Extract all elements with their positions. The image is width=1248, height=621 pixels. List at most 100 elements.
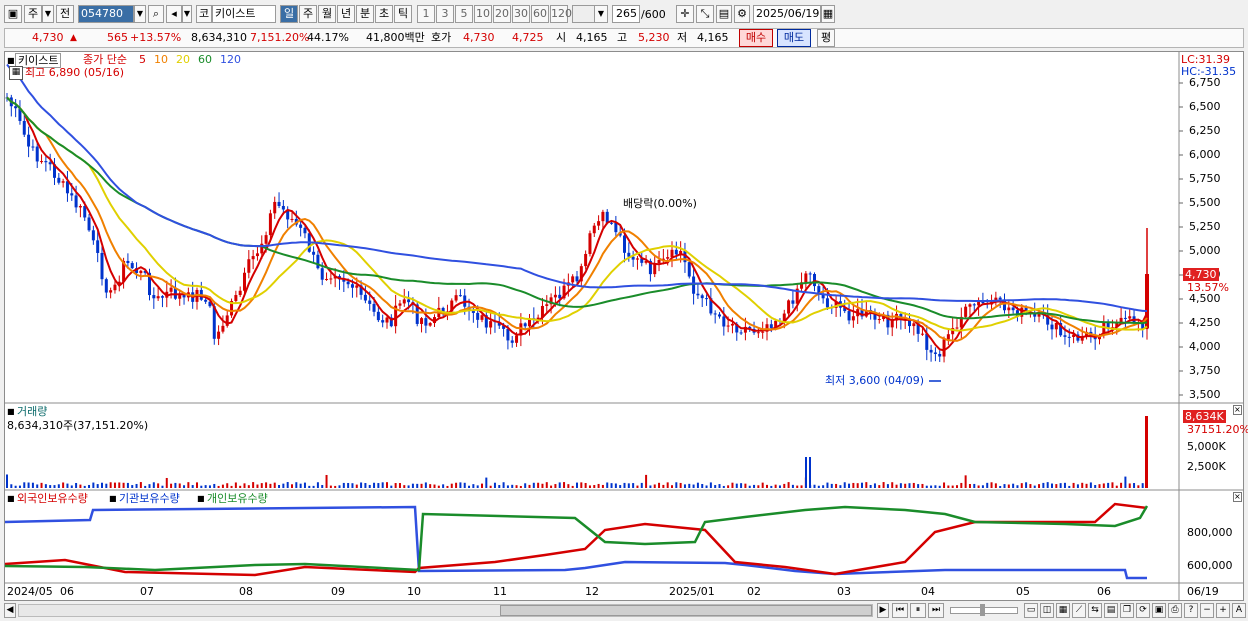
chevron-down-icon[interactable]: ▼ xyxy=(594,5,608,23)
scrollbar-thumb[interactable] xyxy=(500,605,872,616)
tab-interval-120[interactable]: 120 xyxy=(550,5,572,23)
volume-bar xyxy=(420,483,423,488)
candle-body xyxy=(808,273,812,275)
volume-axis-label: 2,500K xyxy=(1187,460,1226,473)
legend-ma-120[interactable]: 120 xyxy=(220,53,241,66)
chart-canvas[interactable] xyxy=(5,52,1243,600)
save-icon[interactable]: ▤ xyxy=(716,5,732,23)
legend-ma-10[interactable]: 10 xyxy=(154,53,168,66)
volume-bar xyxy=(139,482,142,488)
tab-interval-20[interactable]: 20 xyxy=(493,5,511,23)
volume-bar xyxy=(442,484,445,488)
volume-bar xyxy=(243,483,246,488)
panel-close-icon[interactable]: × xyxy=(1233,492,1242,502)
crosshair-icon[interactable]: ✛ xyxy=(676,5,694,23)
grid-icon[interactable]: ▦ xyxy=(1056,603,1070,618)
legend-marker-icon: ■ xyxy=(7,407,15,416)
volume-bar xyxy=(200,485,203,488)
layout-split-icon[interactable]: ◫ xyxy=(1040,603,1054,618)
tab-interval-1[interactable]: 1 xyxy=(417,5,435,23)
tab-interval-10[interactable]: 10 xyxy=(474,5,492,23)
copy-icon[interactable]: ❐ xyxy=(1120,603,1134,618)
zoom-in-icon[interactable]: + xyxy=(1216,603,1230,618)
settings-icon[interactable]: ⚙ xyxy=(734,5,750,23)
volume-bar xyxy=(131,485,134,488)
candle-body xyxy=(614,222,618,233)
candle-body xyxy=(674,249,678,255)
print-icon[interactable]: ⎙ xyxy=(1168,603,1182,618)
tab-interval-30[interactable]: 30 xyxy=(512,5,530,23)
volume-bar xyxy=(1063,482,1066,488)
tab-period-1[interactable]: 주 xyxy=(299,5,317,23)
font-size-icon[interactable]: A xyxy=(1232,603,1246,618)
layout-icon[interactable]: ▭ xyxy=(1024,603,1038,618)
candle-body xyxy=(877,319,881,321)
period-select[interactable]: 주 xyxy=(24,5,42,23)
volume-bar xyxy=(122,482,125,488)
legend-ma-5[interactable]: 5 xyxy=(139,53,146,66)
zoom-out-icon[interactable]: − xyxy=(1200,603,1214,618)
scroll-right-icon[interactable]: ▶ xyxy=(877,603,889,618)
search-icon[interactable]: ⌕ xyxy=(148,5,164,23)
ma-line-10 xyxy=(6,96,1148,342)
high-price: 5,230 xyxy=(638,31,670,44)
tab-period-0[interactable]: 일 xyxy=(280,5,298,23)
panel-close-icon[interactable]: × xyxy=(1233,405,1242,415)
tab-period-2[interactable]: 월 xyxy=(318,5,336,23)
price-change: 565 xyxy=(107,31,128,44)
volume-bar xyxy=(92,482,95,488)
open-label: 시 xyxy=(556,31,567,44)
buy-button[interactable]: 매수 xyxy=(739,29,773,47)
volume-bar xyxy=(252,482,255,488)
stock-code-input[interactable]: 054780 xyxy=(78,5,134,23)
tab-interval-5[interactable]: 5 xyxy=(455,5,473,23)
volume-bar xyxy=(126,482,129,488)
sell-button[interactable]: 매도 xyxy=(777,29,811,47)
dividend-note: 배당락(0.00%) xyxy=(623,197,697,210)
tab-interval-3[interactable]: 3 xyxy=(436,5,454,23)
line-tool-icon[interactable]: ⤡ xyxy=(696,5,714,23)
chart-settings-icon[interactable]: ▦ xyxy=(9,66,23,80)
last-page-icon[interactable]: ⏭ xyxy=(928,603,944,618)
refresh-icon[interactable]: ⟳ xyxy=(1136,603,1150,618)
pause-icon[interactable]: ⏸ xyxy=(910,603,926,618)
volume-bar xyxy=(649,485,652,488)
chart-menu-icon[interactable]: ▣ xyxy=(4,5,22,23)
chevron-down-icon[interactable]: ▼ xyxy=(42,5,54,23)
tab-period-5[interactable]: 초 xyxy=(375,5,393,23)
count-input[interactable]: 265 xyxy=(612,5,640,23)
scroll-left-icon[interactable]: ◀ xyxy=(4,603,16,618)
candle-body xyxy=(160,296,164,298)
image-icon[interactable]: ▣ xyxy=(1152,603,1166,618)
table-icon[interactable]: ▤ xyxy=(1104,603,1118,618)
legend-ma-20[interactable]: 20 xyxy=(176,53,190,66)
calendar-icon[interactable]: ▦ xyxy=(821,5,835,23)
zoom-slider-handle[interactable] xyxy=(980,604,985,616)
chart-area[interactable]: ■ 키이스트 종가 단순 5 10 20 60 120 ▦ 최고 6,890 (05/1… xyxy=(4,51,1248,601)
prev-button[interactable]: 전 xyxy=(56,5,74,23)
eval-button[interactable]: 평 xyxy=(817,29,835,47)
price-axis-label: 3,500 xyxy=(1189,388,1221,401)
chevron-down-icon[interactable]: ▼ xyxy=(134,5,146,23)
help-icon[interactable]: ? xyxy=(1184,603,1198,618)
trend-icon[interactable]: ⟋ xyxy=(1072,603,1086,618)
tab-period-6[interactable]: 틱 xyxy=(394,5,412,23)
legend-ma-60[interactable]: 60 xyxy=(198,53,212,66)
tab-period-3[interactable]: 년 xyxy=(337,5,355,23)
volume-bar xyxy=(658,482,661,488)
volume-bar xyxy=(705,485,708,488)
volume-bar xyxy=(675,482,678,488)
stock-name-field[interactable]: 키이스트 xyxy=(212,5,276,23)
volume-bar xyxy=(740,483,743,488)
tab-period-4[interactable]: 분 xyxy=(356,5,374,23)
volume-bar xyxy=(882,482,885,488)
volume-bar xyxy=(709,482,712,488)
speaker-icon[interactable]: ◂ xyxy=(166,5,182,23)
compare-icon[interactable]: ⇆ xyxy=(1088,603,1102,618)
tab-interval-60[interactable]: 60 xyxy=(531,5,549,23)
chevron-down-icon[interactable]: ▼ xyxy=(182,5,192,23)
volume-bar xyxy=(666,482,669,488)
date-input[interactable]: 2025/06/19 xyxy=(753,5,821,23)
first-page-icon[interactable]: ⏮ xyxy=(892,603,908,618)
volume-bar xyxy=(623,482,626,488)
